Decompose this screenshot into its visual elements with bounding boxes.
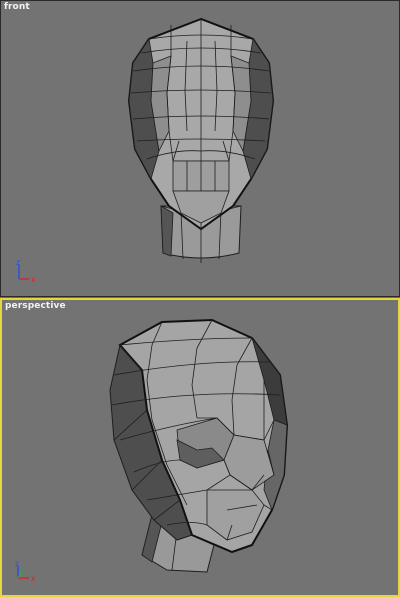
head-mesh-front[interactable] [1,1,399,296]
viewport-perspective[interactable]: perspective z y x [0,298,400,597]
axis-label-y: y [22,566,26,574]
axis-label-z: z [15,559,19,568]
axis-label-x: x [31,275,36,284]
axis-gizmo-front: z x [16,259,36,284]
axis-label-z: z [16,259,20,267]
axis-gizmo-perspective: z y x [15,559,36,583]
viewport-front[interactable]: front z x [0,0,400,297]
axis-label-x: x [31,574,36,583]
head-mesh-perspective[interactable] [2,300,398,595]
